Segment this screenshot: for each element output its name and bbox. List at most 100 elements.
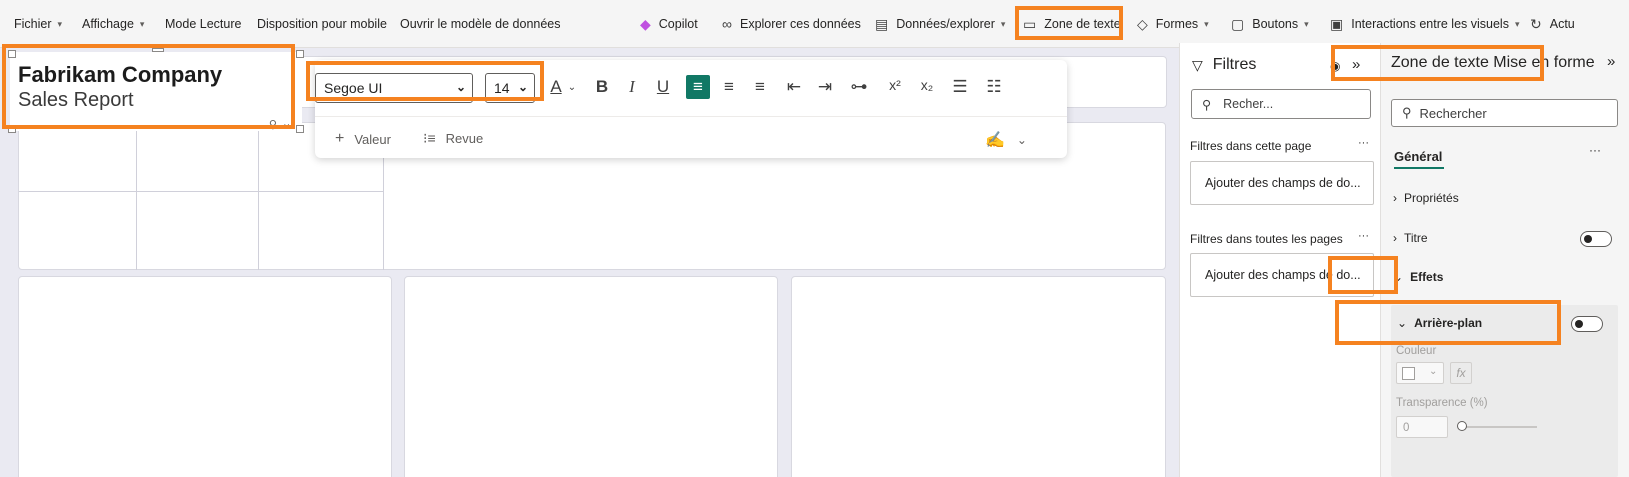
subscript-icon[interactable]: x₂ <box>916 77 938 93</box>
chevron-down-icon: ▾ <box>57 18 63 29</box>
align-right-icon[interactable]: ≡ <box>749 77 771 97</box>
underline-icon[interactable]: U <box>652 77 674 97</box>
visual-placeholder-1[interactable] <box>18 276 392 477</box>
background-toggle[interactable] <box>1571 316 1603 332</box>
review-button[interactable]: ⁝≡ Revue <box>423 130 483 147</box>
plus-icon: + <box>335 130 345 147</box>
visual-placeholder-3[interactable] <box>791 276 1166 477</box>
transparency-slider-track[interactable] <box>1461 426 1537 428</box>
chevron-down-icon: ⌄ <box>1016 133 1027 147</box>
section-effects[interactable]: ⌄ Effets <box>1393 270 1443 284</box>
value-button[interactable]: + Valeur <box>335 130 391 148</box>
review-label: Revue <box>445 131 484 146</box>
menu-affichage-label: Affichage <box>82 17 134 31</box>
copilot-button[interactable]: ◆ Copilot <box>640 15 698 33</box>
shapes-icon: ◇ <box>1137 15 1148 32</box>
menu-mobile-layout[interactable]: Disposition pour mobile <box>257 15 387 33</box>
filters-header: ▽ Filtres <box>1192 56 1256 74</box>
interactions-icon: ▣ <box>1330 15 1344 32</box>
highlight-background <box>1335 300 1561 345</box>
add-fields-label: Ajouter des champs de do... <box>1205 176 1361 190</box>
filters-this-page-label: Filtres dans cette page <box>1190 139 1312 153</box>
highlight-textbox-button <box>1015 6 1123 40</box>
chevron-down-icon: ⌄ <box>1429 366 1438 377</box>
chevron-down-icon: ▾ <box>1204 18 1209 29</box>
explore-data-button[interactable]: ∞ Explorer ces données <box>722 15 861 33</box>
review-icon: ⁝≡ <box>423 130 436 146</box>
collapse-icon[interactable]: » <box>1607 53 1615 70</box>
search-icon: ⚲ <box>1402 105 1412 120</box>
chevron-down-icon[interactable]: ⌄ <box>561 82 583 93</box>
menu-mobile-layout-label: Disposition pour mobile <box>257 17 387 31</box>
bold-icon[interactable]: B <box>591 77 613 97</box>
visual-placeholder-2[interactable] <box>404 276 778 477</box>
color-picker[interactable]: ⌄ <box>1396 362 1444 384</box>
shapes-label: Formes <box>1155 17 1199 31</box>
shapes-button[interactable]: ◇ Formes ▾ <box>1137 15 1209 33</box>
section-title[interactable]: › Titre <box>1393 231 1428 245</box>
data-explore-button[interactable]: ▤ Données/explorer ▾ <box>875 15 1005 33</box>
divider <box>315 116 1067 117</box>
filters-title: Filtres <box>1212 56 1257 73</box>
chevron-down-icon: ▾ <box>1000 18 1006 29</box>
tab-general[interactable]: Général <box>1394 149 1442 164</box>
resize-handle[interactable] <box>296 125 304 133</box>
transparency-label: Transparence (%) <box>1396 397 1488 409</box>
highlight-effects <box>1328 256 1398 294</box>
refresh-icon: ↻ <box>1530 15 1542 32</box>
interactions-label: Interactions entre les visuels <box>1351 17 1509 31</box>
bullet-list-icon[interactable]: ☰ <box>949 77 971 97</box>
writing-assist-button[interactable]: ✍ ⌄ <box>985 130 1027 150</box>
refresh-label: Actu <box>1549 17 1575 31</box>
chevron-right-icon: › <box>1393 191 1397 205</box>
menu-affichage[interactable]: Affichage ▾ <box>82 15 144 33</box>
refresh-button[interactable]: ↻ Actu <box>1530 15 1575 33</box>
more-options-icon[interactable]: ··· <box>1358 137 1369 149</box>
buttons-button[interactable]: ▢ Boutons ▾ <box>1231 15 1309 33</box>
chevron-down-icon: ▾ <box>1514 18 1520 29</box>
pen-icon: ✍ <box>985 132 1005 149</box>
more-options-icon[interactable]: ··· <box>1589 143 1601 157</box>
ribbon: Fichier ▾ Affichage ▾ Mode Lecture Disposi… <box>0 0 1629 48</box>
title-toggle[interactable] <box>1580 231 1612 247</box>
format-search-placeholder: Rechercher <box>1419 105 1487 121</box>
buttons-label: Boutons <box>1252 17 1299 31</box>
toggle-knob <box>1575 320 1583 328</box>
highlight-text-box <box>2 44 295 129</box>
highlight-font-controls <box>306 61 544 101</box>
decrease-indent-icon[interactable]: ⇤ <box>783 77 805 97</box>
increase-indent-icon[interactable]: ⇥ <box>814 77 836 97</box>
filters-this-page-well[interactable]: Ajouter des champs de do... <box>1190 161 1374 205</box>
color-swatch <box>1402 367 1415 380</box>
chevron-down-icon: ▾ <box>1304 18 1309 29</box>
chevron-right-icon: › <box>1393 231 1397 245</box>
link-icon[interactable]: ⊶ <box>848 77 870 97</box>
buttons-icon: ▢ <box>1231 15 1245 32</box>
interactions-button[interactable]: ▣ Interactions entre les visuels ▾ <box>1330 15 1519 33</box>
copilot-icon: ◆ <box>640 15 651 32</box>
numbered-list-icon[interactable]: ☷ <box>983 77 1005 97</box>
transparency-value: 0 <box>1403 422 1410 434</box>
transparency-input[interactable]: 0 <box>1396 416 1448 438</box>
filters-all-pages-label: Filtres dans toutes les pages <box>1190 232 1343 246</box>
align-center-icon[interactable]: ≡ <box>718 77 740 97</box>
search-icon: ⚲ <box>1202 97 1212 112</box>
filter-icon: ▽ <box>1192 56 1203 73</box>
color-label: Couleur <box>1396 345 1437 357</box>
format-search-input[interactable]: ⚲ Rechercher <box>1391 99 1618 127</box>
data-explore-label: Données/explorer <box>896 17 995 31</box>
filters-search-input[interactable]: ⚲ Recher... <box>1191 89 1371 119</box>
superscript-icon[interactable]: x² <box>884 77 906 93</box>
section-properties[interactable]: › Propriétés <box>1393 191 1459 205</box>
align-left-icon[interactable]: ≡ <box>686 75 710 99</box>
italic-icon[interactable]: I <box>621 77 643 97</box>
transparency-slider-thumb[interactable] <box>1457 421 1467 431</box>
resize-handle[interactable] <box>296 50 304 58</box>
menu-mode-lecture[interactable]: Mode Lecture <box>165 15 241 33</box>
fx-icon[interactable]: fx <box>1450 362 1472 384</box>
menu-fichier-label: Fichier <box>14 17 52 31</box>
more-options-icon[interactable]: ··· <box>1358 230 1369 242</box>
grid-line <box>258 123 259 270</box>
menu-open-data-model[interactable]: Ouvrir le modèle de données <box>400 15 561 33</box>
menu-fichier[interactable]: Fichier ▾ <box>14 15 62 33</box>
